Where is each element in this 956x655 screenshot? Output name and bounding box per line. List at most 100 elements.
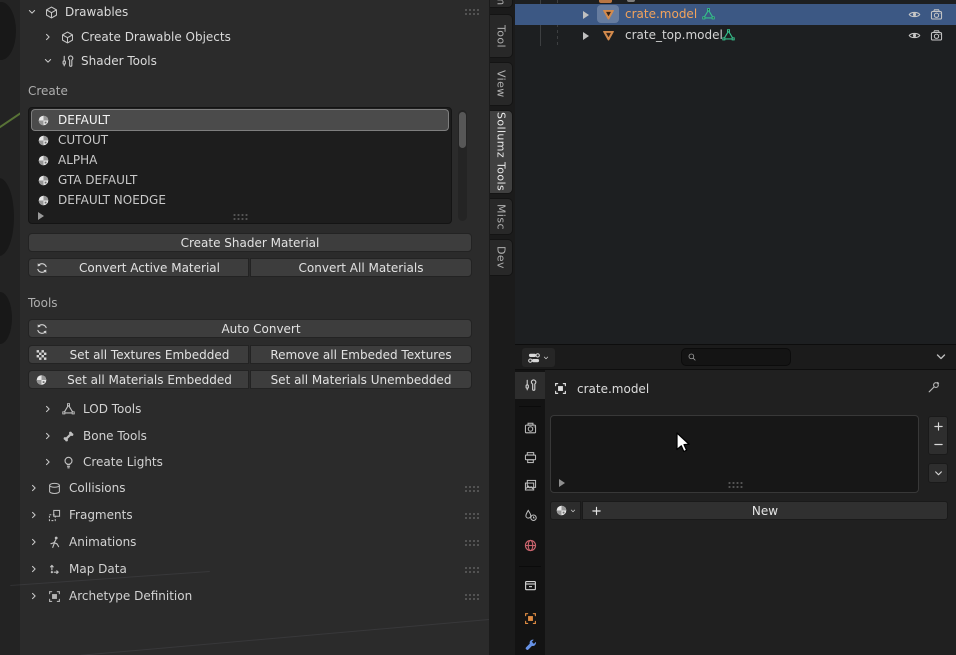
tab-tool-properties[interactable] xyxy=(515,372,545,399)
panel-drag-handle[interactable] xyxy=(464,593,479,600)
panel-header-create-lights[interactable]: Create Lights xyxy=(42,452,163,472)
tab-render-properties[interactable] xyxy=(515,415,545,442)
expand-arrow-icon[interactable] xyxy=(583,32,589,40)
panel-header-drawables[interactable]: Drawables xyxy=(26,3,128,21)
panel-drag-handle[interactable] xyxy=(464,485,479,492)
properties-search-box[interactable] xyxy=(681,348,791,366)
list-scrollbar[interactable] xyxy=(458,110,467,221)
convert-all-materials-button[interactable]: Convert All Materials xyxy=(250,258,472,277)
tab-tool[interactable]: Tool xyxy=(490,14,513,58)
auto-convert-button[interactable]: Auto Convert xyxy=(28,319,472,338)
sollumz-sidebar: Drawables Create Drawable Objects Shader… xyxy=(20,0,490,655)
panel-header-shader-tools[interactable]: Shader Tools xyxy=(42,52,157,70)
panel-header-map-data[interactable]: Map Data xyxy=(28,559,127,579)
tab-collection-properties[interactable] xyxy=(515,572,545,599)
eye-icon[interactable] xyxy=(907,28,922,43)
tab-view-layer-properties[interactable] xyxy=(515,472,545,499)
object-name[interactable]: crate_top.model xyxy=(625,25,723,46)
properties-content: crate.model New xyxy=(545,370,956,655)
list-item[interactable]: DEFAULT NOEDGE xyxy=(32,190,448,210)
remove-all-embedded-textures-button[interactable]: Remove all Embeded Textures xyxy=(250,345,472,364)
drawable-model-icon[interactable] xyxy=(597,26,619,44)
tab-dev[interactable]: Dev xyxy=(490,239,513,276)
list-expand-arrow[interactable] xyxy=(38,212,44,220)
tab-modifier-properties[interactable] xyxy=(515,632,545,655)
scrollbar-thumb[interactable] xyxy=(459,112,466,148)
list-resize-handle[interactable] xyxy=(727,481,742,488)
refresh-icon xyxy=(35,322,49,336)
button-label: Convert Active Material xyxy=(79,261,220,275)
outliner-row-crate-model[interactable]: crate.model xyxy=(515,4,956,25)
panel-header-fragments[interactable]: Fragments xyxy=(28,505,133,525)
list-item[interactable]: GTA DEFAULT xyxy=(32,170,448,190)
tab-misc[interactable]: Misc xyxy=(490,198,513,235)
tab-object-properties[interactable] xyxy=(515,605,545,632)
material-specials-menu-button[interactable] xyxy=(928,463,948,483)
tab-world-properties[interactable] xyxy=(515,532,545,559)
viewport-3d-sliver[interactable] xyxy=(0,0,20,655)
new-material-button[interactable]: New xyxy=(582,501,948,520)
editor-type-button[interactable] xyxy=(522,348,555,367)
tab-view[interactable]: View xyxy=(490,62,513,106)
material-sphere-icon xyxy=(37,134,50,147)
tab-scene-properties[interactable] xyxy=(515,502,545,529)
convert-active-material-button[interactable]: Convert Active Material xyxy=(28,258,249,277)
tool-icon xyxy=(60,54,75,69)
expand-arrow-icon[interactable] xyxy=(583,11,589,19)
button-label: Create Shader Material xyxy=(181,236,320,250)
panel-header-archetype-definition[interactable]: Archetype Definition xyxy=(28,586,192,606)
set-all-textures-embedded-button[interactable]: Set all Textures Embedded xyxy=(28,345,249,364)
list-item-label: CUTOUT xyxy=(58,133,108,147)
create-shader-material-button[interactable]: Create Shader Material xyxy=(28,233,472,252)
refresh-icon xyxy=(35,261,49,275)
list-item[interactable]: DEFAULT xyxy=(32,110,448,130)
panel-drag-handle[interactable] xyxy=(464,539,479,546)
plus-icon xyxy=(590,504,603,517)
breadcrumb[interactable]: crate.model xyxy=(553,378,649,399)
search-input[interactable] xyxy=(701,349,785,365)
tab-item[interactable]: Item xyxy=(490,0,513,8)
panel-drag-handle[interactable] xyxy=(464,8,479,15)
shader-material-list[interactable]: DEFAULT CUTOUT ALPHA GTA DEFAULT DEFAULT… xyxy=(28,107,452,224)
drawable-model-icon[interactable] xyxy=(597,5,619,23)
panel-drag-handle[interactable] xyxy=(464,512,479,519)
eye-icon[interactable] xyxy=(907,7,922,22)
camera-icon[interactable] xyxy=(929,7,944,22)
viewport-geometry xyxy=(0,292,12,344)
button-label: New xyxy=(752,504,778,518)
list-resize-handle[interactable] xyxy=(233,213,248,220)
panel-header-animations[interactable]: Animations xyxy=(28,532,136,552)
search-icon xyxy=(687,351,697,363)
list-expand-arrow[interactable] xyxy=(559,479,565,487)
list-item[interactable]: CUTOUT xyxy=(32,130,448,150)
panel-header-bone-tools[interactable]: Bone Tools xyxy=(42,426,147,446)
object-name[interactable]: crate.model xyxy=(625,4,697,25)
set-all-materials-embedded-button[interactable]: Set all Materials Embedded xyxy=(28,370,249,389)
mesh-data-icon[interactable] xyxy=(701,7,716,22)
add-material-slot-button[interactable] xyxy=(928,416,948,436)
panel-header-collisions[interactable]: Collisions xyxy=(28,478,126,498)
panel-drag-handle[interactable] xyxy=(464,566,479,573)
tab-label: Tool xyxy=(495,25,508,48)
header-options-chevron-icon[interactable] xyxy=(933,349,949,365)
tab-output-properties[interactable] xyxy=(515,444,545,471)
tab-sollumz-tools[interactable]: Sollumz Tools xyxy=(490,110,513,194)
set-all-materials-unembedded-button[interactable]: Set all Materials Unembedded xyxy=(250,370,472,389)
panel-header-create-drawable-objects[interactable]: Create Drawable Objects xyxy=(42,28,231,46)
parent-row-partial xyxy=(599,0,612,3)
mesh-data-icon[interactable] xyxy=(721,28,736,43)
remove-material-slot-button[interactable] xyxy=(928,435,948,455)
camera-icon[interactable] xyxy=(929,28,944,43)
chevron-right-icon xyxy=(42,456,54,468)
material-sphere-icon xyxy=(37,194,50,207)
panel-header-lod-tools[interactable]: LOD Tools xyxy=(42,399,141,419)
pin-icon[interactable] xyxy=(926,380,941,395)
world-globe-icon xyxy=(523,538,538,553)
panel-label: Drawables xyxy=(65,5,128,19)
list-item[interactable]: ALPHA xyxy=(32,150,448,170)
chevron-down-icon xyxy=(932,467,945,480)
panel-label: Collisions xyxy=(69,481,126,495)
browse-material-button[interactable] xyxy=(550,501,581,520)
outliner-row-crate-top-model[interactable]: crate_top.model xyxy=(515,25,956,46)
material-slots-list[interactable] xyxy=(550,415,919,493)
